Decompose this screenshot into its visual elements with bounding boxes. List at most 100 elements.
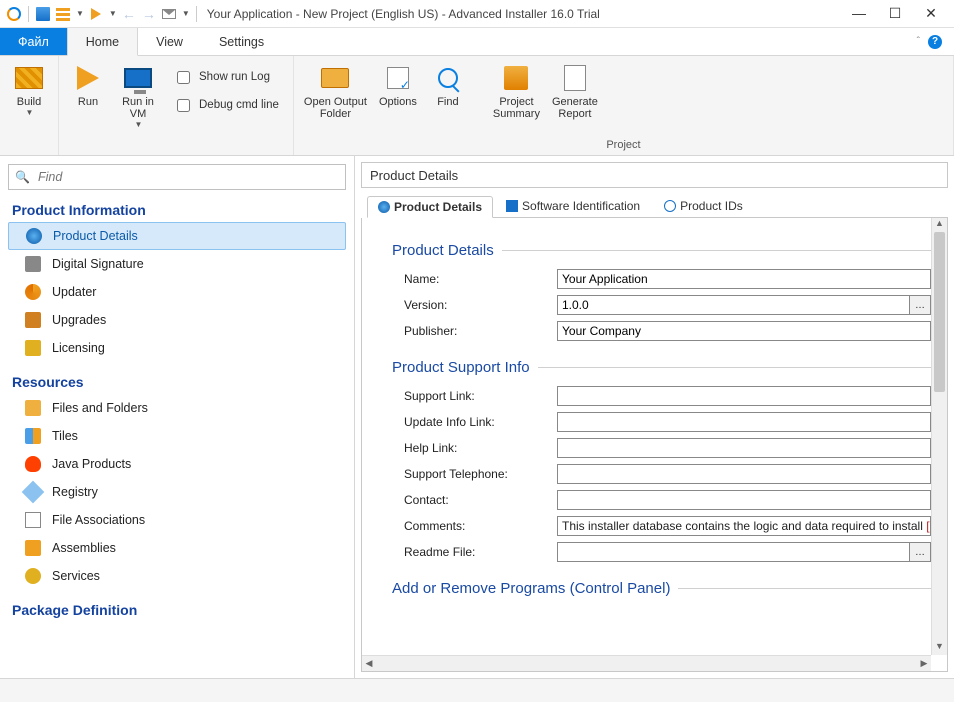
summary-icon [500,62,532,94]
nav-product-details[interactable]: Product Details [8,222,346,250]
run-quick-icon[interactable] [88,6,104,22]
separator [28,6,29,22]
find-icon [432,62,464,94]
help-link-input[interactable] [557,438,931,458]
chevron-down-icon[interactable]: ▼ [109,9,117,18]
java-icon [24,455,42,473]
row-telephone: Support Telephone: [392,464,931,484]
publisher-label: Publisher: [392,324,557,338]
find-input[interactable] [36,169,339,185]
vertical-scrollbar[interactable]: ▲ ▼ [931,218,947,655]
run-vm-button[interactable]: Run in VM ▼ [115,60,161,131]
find-box[interactable]: 🔍 [8,164,346,190]
id-icon [664,200,676,212]
minimize-button[interactable]: — [850,5,868,22]
panel-header: Product Details [361,162,948,188]
nav-registry[interactable]: Registry [8,478,346,506]
nav-assemblies[interactable]: Assemblies [8,534,346,562]
registry-icon [24,483,42,501]
readme-input[interactable] [557,542,910,562]
contact-input[interactable] [557,490,931,510]
nav-file-assoc[interactable]: File Associations [8,506,346,534]
checkbox[interactable] [177,71,190,84]
chevron-down-icon[interactable]: ▼ [26,108,34,117]
chevron-down-icon[interactable]: ▼ [135,120,143,129]
nav-upgrades[interactable]: Upgrades [8,306,346,334]
close-button[interactable]: ✕ [922,5,940,22]
scroll-down-icon[interactable]: ▼ [932,641,947,655]
section-product-info: Product Information [12,202,346,218]
scroll-left-icon[interactable]: ◀ [362,656,376,671]
summary-button[interactable]: Project Summary [489,60,544,122]
save-icon[interactable] [35,6,51,22]
assemblies-icon [24,539,42,557]
nav-licensing[interactable]: Licensing [8,334,346,362]
folder-icon [319,62,351,94]
mail-icon[interactable] [161,6,177,22]
build-button[interactable]: Build ▼ [6,60,52,119]
options-icon [382,62,414,94]
tab-product-details[interactable]: Product Details [367,196,493,218]
nav-updater[interactable]: Updater [8,278,346,306]
row-readme: Readme File:… [392,542,931,562]
title-bar: ▼ ▼ ← → ▼ Your Application - New Project… [0,0,954,28]
menu-file[interactable]: Файл [0,28,67,55]
maximize-button[interactable]: ☐ [886,5,904,22]
services-icon [24,567,42,585]
debug-cmd-checkbox[interactable]: Debug cmd line [173,94,279,116]
telephone-input[interactable] [557,464,931,484]
nav-services[interactable]: Services [8,562,346,590]
version-input[interactable] [557,295,910,315]
section-resources: Resources [12,374,346,390]
readme-browse-button[interactable]: … [909,542,931,562]
options-button[interactable]: Options [375,60,421,110]
search-icon: 🔍 [15,170,30,184]
checkbox[interactable] [177,99,190,112]
separator [196,6,197,22]
scroll-right-icon[interactable]: ▶ [917,656,931,671]
nav-java[interactable]: Java Products [8,450,346,478]
ribbon-collapse-icon[interactable]: ˆ [917,36,920,47]
body: 🔍 Product Information Product Details Di… [0,156,954,678]
show-run-log-checkbox[interactable]: Show run Log [173,66,279,88]
chevron-down-icon[interactable]: ▼ [182,9,190,18]
comments-input[interactable]: This installer database contains the log… [557,516,931,536]
menu-settings[interactable]: Settings [201,28,282,55]
support-link-input[interactable] [557,386,931,406]
window-title: Your Application - New Project (English … [207,7,850,21]
find-button[interactable]: Find [425,60,471,110]
section-support-info: Product Support Info [392,359,931,376]
tab-software-id[interactable]: Software Identification [495,195,651,217]
scroll-thumb[interactable] [934,232,945,392]
nav-digital-signature[interactable]: Digital Signature [8,250,346,278]
version-browse-button[interactable]: … [909,295,931,315]
tab-product-ids[interactable]: Product IDs [653,195,754,217]
scroll-up-icon[interactable]: ▲ [932,218,947,232]
forward-icon[interactable]: → [141,6,157,22]
name-input[interactable] [557,269,931,289]
publisher-input[interactable] [557,321,931,341]
build-grid-icon[interactable] [55,6,71,22]
help-icon[interactable]: ? [928,35,942,49]
right-panel: Product Details Product Details Software… [355,156,954,678]
menu-view[interactable]: View [138,28,201,55]
chevron-down-icon[interactable]: ▼ [76,9,84,18]
back-icon[interactable]: ← [121,6,137,22]
horizontal-scrollbar[interactable]: ◀ ▶ [362,655,931,671]
licensing-icon [24,339,42,357]
update-link-input[interactable] [557,412,931,432]
ribbon: Build ▼ Run Run in VM ▼ Show run Log Deb… [0,56,954,156]
report-button[interactable]: Generate Report [548,60,602,122]
vm-icon [122,62,154,94]
nav-tiles[interactable]: Tiles [8,422,346,450]
comments-label: Comments: [392,519,557,533]
run-button[interactable]: Run [65,60,111,110]
run-vm-label: Run in VM [122,96,154,120]
support-link-label: Support Link: [392,389,557,403]
upgrades-icon [24,311,42,329]
product-details-icon [25,227,43,245]
options-label: Options [379,96,417,108]
open-output-button[interactable]: Open Output Folder [300,60,371,122]
menu-home[interactable]: Home [67,28,138,56]
nav-files-folders[interactable]: Files and Folders [8,394,346,422]
